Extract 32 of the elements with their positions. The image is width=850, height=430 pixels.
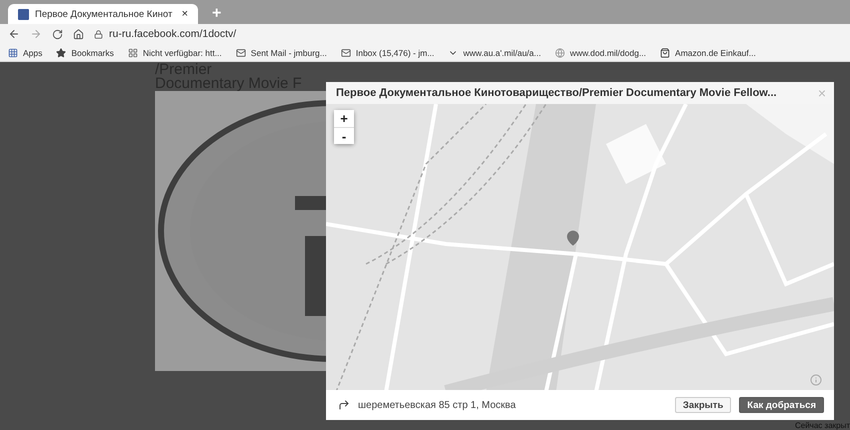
directions-button[interactable]: Как добраться: [739, 397, 824, 413]
bookmark-link[interactable]: Sent Mail - jmburg...: [236, 48, 327, 58]
opening-status: Сейчас закрыт: [794, 422, 850, 430]
zoom-out-button[interactable]: -: [334, 127, 354, 144]
mail-icon: [340, 48, 351, 58]
lock-icon: [94, 30, 103, 38]
bag-icon: [660, 48, 670, 58]
zoom-in-button[interactable]: +: [334, 110, 354, 127]
bookmark-link[interactable]: Bookmarks: [56, 48, 114, 58]
dialog-title: Первое Документальное Кинотоварищество/Premier Documentary Movie Fellow...: [336, 87, 778, 99]
grid-icon: [128, 48, 138, 58]
close-dialog-button[interactable]: Закрыть: [674, 397, 732, 413]
star-icon: [56, 48, 66, 58]
apps-grid-icon: [8, 48, 18, 58]
url-text[interactable]: ru-ru.facebook.com/1doctv/: [109, 28, 236, 40]
home-icon[interactable]: [73, 28, 84, 40]
back-icon[interactable]: [8, 28, 20, 40]
reload-icon[interactable]: [52, 28, 63, 40]
mail-icon: [236, 48, 246, 58]
bookmark-link[interactable]: www.au.a'.mil/au/a...: [448, 48, 541, 58]
bookmark-link[interactable]: Amazon.de Einkauf...: [660, 48, 756, 58]
directions-arrow-icon: [338, 399, 350, 411]
favicon-icon: [18, 8, 29, 20]
bookmark-link[interactable]: www.dod.mil/dodg...: [554, 48, 646, 58]
bookmark-link[interactable]: Inbox (15,476) - jm...: [340, 48, 434, 58]
tab-title: Первое Документальное Кинот: [35, 8, 174, 20]
tab-close-button[interactable]: ×: [182, 8, 188, 20]
browser-tab[interactable]: Первое Документальное Кинот ×: [8, 4, 198, 24]
bookmark-link[interactable]: Nicht verfügbar: htt...: [128, 48, 222, 58]
address-text: шереметьевская 85 стр 1, Москва: [358, 400, 517, 410]
bookmark-link[interactable]: Apps: [8, 48, 42, 58]
map-pin-icon: [565, 230, 581, 246]
